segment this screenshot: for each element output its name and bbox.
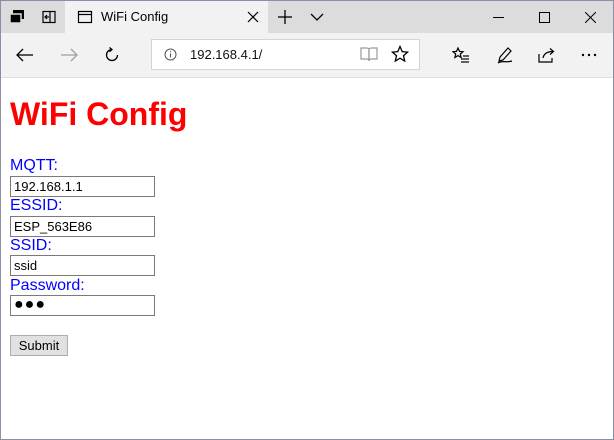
page-icon <box>77 10 93 24</box>
tab-wifi-config[interactable]: WiFi Config <box>65 1 268 33</box>
tab-sets-button[interactable] <box>1 1 33 33</box>
pen-icon <box>497 47 513 64</box>
navigation-bar: 192.168.4.1/ <box>1 33 613 78</box>
mqtt-input[interactable] <box>10 176 155 197</box>
browser-window: WiFi Config 192.168.4.1/ WiFi Config MQT… <box>0 0 614 440</box>
favorites-list-icon <box>452 47 469 63</box>
submit-button[interactable]: Submit <box>10 335 68 356</box>
page-content: WiFi Config MQTT: ESSID: SSID: Password:… <box>1 78 613 439</box>
star-icon[interactable] <box>391 45 409 63</box>
more-icon <box>581 53 597 57</box>
book-icon[interactable] <box>360 46 378 62</box>
mqtt-label: MQTT: <box>10 157 58 174</box>
back-button[interactable] <box>3 33 47 77</box>
minimize-icon <box>492 16 504 18</box>
info-icon[interactable] <box>164 48 177 61</box>
arrow-left-icon <box>16 48 33 62</box>
close-icon <box>584 11 596 23</box>
chevron-down-icon <box>310 13 324 21</box>
ssid-label: SSID: <box>10 237 52 254</box>
page-title: WiFi Config <box>10 96 188 132</box>
close-icon <box>247 11 259 23</box>
tab-close-button[interactable] <box>237 1 269 33</box>
more-menu-button[interactable] <box>567 33 611 77</box>
tab-title: WiFi Config <box>101 9 169 24</box>
set-aside-icon <box>42 10 56 24</box>
refresh-icon <box>105 47 119 62</box>
close-window-button[interactable] <box>567 1 613 33</box>
tab-preview-button[interactable] <box>301 1 333 33</box>
share-button[interactable] <box>525 33 569 77</box>
address-text[interactable]: 192.168.4.1/ <box>190 47 262 62</box>
essid-label: ESSID: <box>10 197 63 214</box>
plus-icon <box>278 10 292 24</box>
minimize-button[interactable] <box>475 1 521 33</box>
maximize-button[interactable] <box>521 1 567 33</box>
new-tab-button[interactable] <box>269 1 301 33</box>
tab-sets-icon <box>9 10 24 24</box>
refresh-button[interactable] <box>90 33 134 77</box>
share-icon <box>538 48 555 63</box>
password-input[interactable] <box>10 295 155 316</box>
title-bar: WiFi Config <box>1 1 613 33</box>
arrow-right-icon <box>61 48 78 62</box>
maximize-icon <box>538 11 550 23</box>
address-bar[interactable]: 192.168.4.1/ <box>151 39 420 70</box>
password-label: Password: <box>10 277 85 294</box>
forward-button[interactable] <box>47 33 91 77</box>
ssid-input[interactable] <box>10 255 155 276</box>
notes-button[interactable] <box>483 33 527 77</box>
set-aside-tabs-button[interactable] <box>33 1 65 33</box>
favorites-hub-button[interactable] <box>439 33 483 77</box>
essid-input[interactable] <box>10 216 155 237</box>
